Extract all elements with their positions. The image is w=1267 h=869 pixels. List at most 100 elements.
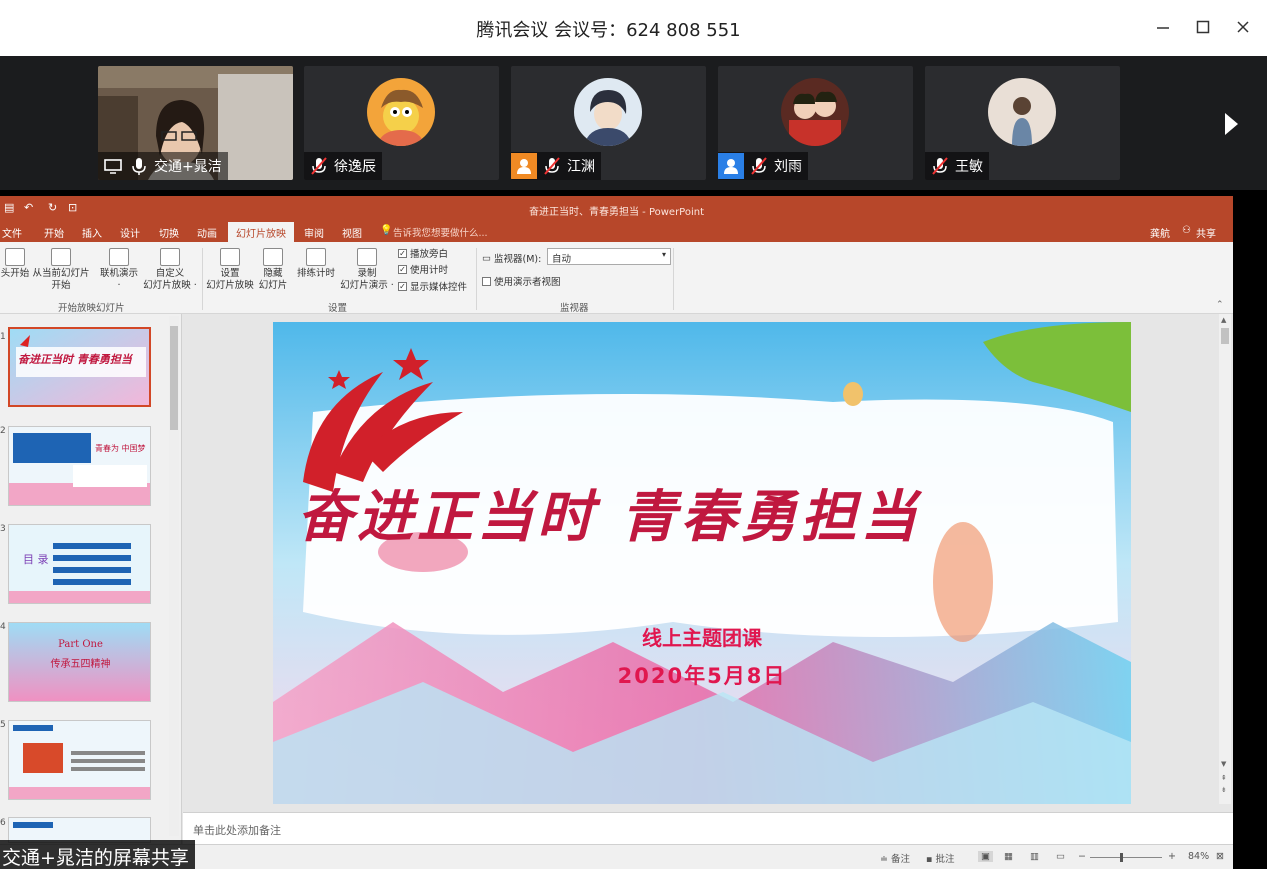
zoom-in-icon[interactable]: +: [1168, 851, 1176, 862]
share-margin: [1233, 190, 1267, 869]
thumbnail-scrollbar[interactable]: [169, 316, 179, 836]
monitor-label: ▭ 监视器(M):: [482, 251, 542, 266]
slide-scrollbar[interactable]: ▲ ▼ ⇞ ⇟: [1219, 314, 1231, 804]
mic-muted-icon: [751, 157, 767, 175]
zoom-out-icon[interactable]: −: [1078, 851, 1086, 862]
slide-number: 2: [0, 426, 6, 436]
normal-view-icon[interactable]: ▣: [978, 851, 993, 862]
button-label: 录制: [357, 268, 377, 279]
ribbon: 头开始 从当前幻灯片 开始 联机演示 · 自定义 幻灯片放映 · 开始放映幻灯片: [0, 242, 1233, 314]
screen-share-icon: [104, 159, 122, 174]
checkbox-label: 播放旁白: [410, 249, 449, 260]
participant-tile[interactable]: 江渊: [511, 66, 706, 180]
notes-toggle[interactable]: ≐ 备注: [880, 851, 910, 865]
tab-transitions[interactable]: 切换: [159, 225, 179, 240]
fit-slide-icon[interactable]: ⊠: [1216, 851, 1224, 862]
avatar: [367, 78, 435, 146]
monitor-select[interactable]: 自动 ▾: [547, 248, 671, 265]
checkbox-unchecked-icon: [482, 276, 491, 286]
thumbnail-image: [10, 329, 149, 405]
tell-me-box[interactable]: 告诉我您想要做什么...: [393, 225, 488, 239]
participant-tile[interactable]: 刘雨: [718, 66, 913, 180]
slide-thumbnail[interactable]: 目 录: [8, 524, 151, 604]
previous-slide-icon[interactable]: ⇞: [1221, 774, 1227, 782]
slideshow-icon: [5, 248, 25, 266]
tab-insert[interactable]: 插入: [82, 225, 102, 240]
slide-background: [273, 322, 1131, 804]
document-title: 奋进正当时、青春勇担当 - PowerPoint: [528, 207, 705, 218]
participant-name: 刘雨: [774, 159, 802, 175]
slideshow-view-icon[interactable]: ▭: [1056, 851, 1065, 862]
notes-pane[interactable]: 单击此处添加备注: [183, 812, 1233, 846]
tab-slideshow[interactable]: 幻灯片放映: [228, 222, 294, 242]
collapse-ribbon-icon[interactable]: ⌃: [1216, 300, 1224, 310]
maximize-icon[interactable]: [1190, 14, 1216, 40]
reading-view-icon[interactable]: ▥: [1030, 851, 1039, 862]
next-slide-icon[interactable]: ⇟: [1221, 786, 1227, 794]
slide-number: 1: [0, 332, 6, 342]
from-current-slide-button[interactable]: 从当前幻灯片 开始: [30, 248, 92, 292]
participant-name: 交通+晁洁: [154, 159, 222, 175]
custom-slideshow-icon: [160, 248, 180, 266]
participant-tile[interactable]: 王敏: [925, 66, 1120, 180]
close-icon[interactable]: [1230, 14, 1256, 40]
person-icon: [718, 153, 744, 179]
zoom-slider-thumb[interactable]: [1120, 853, 1123, 862]
editor-workspace: 1 奋进正当时 青春勇担当 2 青春为 中国梦 3 目 录 4 Part One…: [0, 314, 1233, 846]
chevron-down-icon: ▾: [661, 250, 666, 259]
tab-file[interactable]: 文件: [2, 225, 22, 240]
avatar: [988, 78, 1056, 146]
meeting-window: 腾讯会议 会议号：624 808 551 交通+晁洁 徐逸辰 江渊 刘雨 王敏 …: [0, 0, 1267, 869]
show-media-controls-checkbox[interactable]: ✓ 显示媒体控件: [398, 279, 467, 293]
participant-tile[interactable]: 徐逸辰: [304, 66, 499, 180]
rehearse-timings-button[interactable]: 排练计时: [292, 248, 340, 280]
title-bar: 腾讯会议 会议号：624 808 551: [0, 0, 1267, 56]
scroll-down-icon[interactable]: ▼: [1221, 760, 1226, 768]
participant-name: 徐逸辰: [334, 159, 376, 175]
play-narrations-checkbox[interactable]: ✓ 播放旁白: [398, 246, 448, 260]
button-label: 隐藏: [263, 268, 283, 279]
button-label: 联机演示: [99, 268, 138, 279]
scrollbar-thumb[interactable]: [1221, 328, 1229, 344]
participant-tile[interactable]: 交通+晁洁: [98, 66, 293, 180]
account-name[interactable]: 龚航: [1150, 225, 1170, 240]
scrollbar-thumb[interactable]: [170, 326, 178, 430]
slide-sorter-icon[interactable]: ▦: [1004, 851, 1013, 862]
thumbnail-title: 奋进正当时 青春勇担当: [18, 353, 132, 366]
mic-muted-icon: [932, 157, 948, 175]
participant-name: 王敏: [955, 159, 983, 175]
lightbulb-icon: 💡: [380, 225, 393, 236]
slide-thumbnail[interactable]: 青春为 中国梦: [8, 426, 151, 506]
tab-design[interactable]: 设计: [120, 225, 140, 240]
scroll-up-icon[interactable]: ▲: [1221, 316, 1226, 324]
present-online-button[interactable]: 联机演示 ·: [96, 248, 142, 292]
comments-toggle[interactable]: ▪ 批注: [926, 851, 954, 865]
presenter-view-checkbox[interactable]: 使用演示者视图: [482, 274, 561, 288]
zoom-level[interactable]: 84%: [1188, 851, 1209, 862]
share-button[interactable]: 共享: [1196, 225, 1216, 240]
use-timings-checkbox[interactable]: ✓ 使用计时: [398, 262, 448, 276]
slide-thumbnail[interactable]: [8, 720, 151, 800]
tab-animations[interactable]: 动画: [197, 225, 217, 240]
zoom-slider[interactable]: [1090, 857, 1162, 858]
next-page-arrow-icon[interactable]: [1221, 110, 1241, 138]
tab-view[interactable]: 视图: [342, 225, 362, 240]
record-slideshow-button[interactable]: 录制 幻灯片演示 ·: [336, 248, 398, 292]
monitor-label-text: 监视器(M):: [493, 254, 542, 265]
slide-thumbnail[interactable]: 奋进正当时 青春勇担当: [8, 327, 151, 407]
minimize-icon[interactable]: [1150, 14, 1176, 40]
setup-slideshow-button[interactable]: 设置 幻灯片放映: [204, 248, 256, 292]
slide-thumbnail[interactable]: Part One 传承五四精神: [8, 622, 151, 702]
custom-slideshow-button[interactable]: 自定义 幻灯片放映 ·: [140, 248, 200, 292]
button-label: ·: [117, 280, 121, 291]
screen-share-banner: 交通+晁洁的屏幕共享: [0, 840, 195, 869]
current-slide[interactable]: 奋进正当时 青春勇担当 线上主题团课 2020年5月8日: [273, 322, 1131, 804]
person-icon: [511, 153, 537, 179]
tab-review[interactable]: 审阅: [304, 225, 324, 240]
group-label: 开始放映幻灯片: [58, 303, 125, 314]
hide-slide-button[interactable]: 隐藏 幻灯片: [256, 248, 290, 292]
checkbox-label: 使用计时: [410, 265, 449, 276]
from-beginning-button[interactable]: 头开始: [0, 248, 32, 280]
avatar: [781, 78, 849, 146]
tab-home[interactable]: 开始: [44, 225, 64, 240]
